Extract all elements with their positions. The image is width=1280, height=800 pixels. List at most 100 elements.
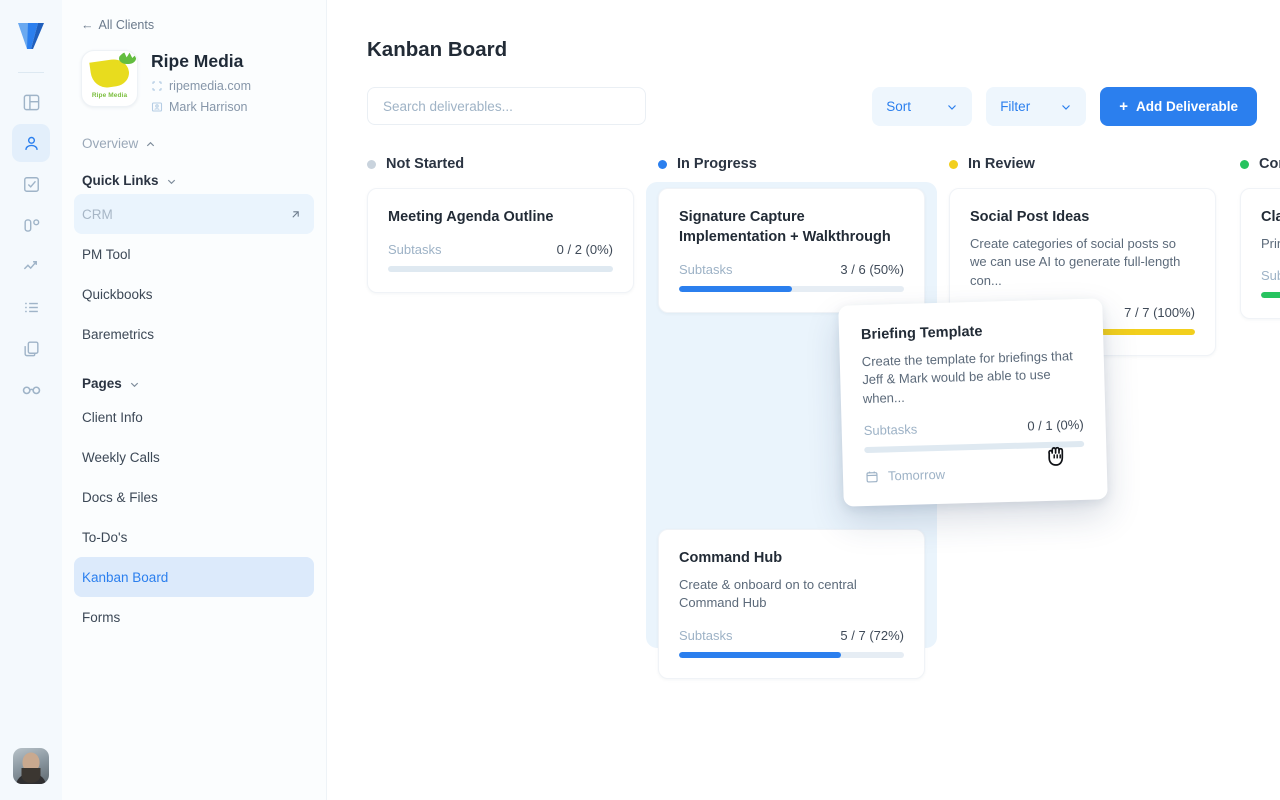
back-link-label: All Clients	[98, 18, 155, 32]
column-title: In Review	[968, 156, 1035, 172]
quick-link-crm[interactable]: CRM	[74, 194, 314, 234]
add-deliverable-label: Add Deliverable	[1135, 99, 1238, 114]
subtasks-label: Subtasks	[679, 627, 733, 643]
filter-label: Filter	[1000, 99, 1031, 114]
avatar[interactable]	[13, 748, 49, 784]
quick-links-section-header[interactable]: Quick Links	[62, 173, 326, 188]
quick-link-label: Quickbooks	[82, 286, 153, 302]
sidebar-item-weekly-calls[interactable]: Weekly Calls	[74, 437, 314, 477]
arrow-left-icon: ←	[81, 18, 94, 32]
column-body: Clarity Call Landing Page Print the new …	[1240, 180, 1280, 320]
search-input[interactable]	[383, 98, 630, 114]
page-label: Forms	[82, 609, 121, 625]
chevron-down-icon	[1060, 101, 1072, 113]
subtasks-value: 7 / 7 (100%)	[1124, 305, 1195, 321]
client-name: Ripe Media	[151, 51, 244, 71]
clients-icon[interactable]	[12, 124, 50, 162]
filter-dropdown[interactable]: Filter	[986, 87, 1087, 126]
board-controls: Sort Filter + Add Deliverable	[872, 87, 1257, 126]
overview-section-header[interactable]: Overview	[62, 136, 326, 151]
dragged-card-briefing-template[interactable]: Briefing Template Create the template fo…	[838, 298, 1108, 508]
page-label: Docs & Files	[82, 489, 158, 505]
deliverable-card[interactable]: Meeting Agenda Outline Subtasks 0 / 2 (0…	[367, 188, 634, 293]
subtask-row: Subtasks 5 / 7 (72%)	[679, 628, 904, 643]
card-list: Meeting Agenda Outline Subtasks 0 / 2 (0…	[367, 188, 634, 293]
status-dot-in-progress	[658, 159, 667, 169]
column-body: Meeting Agenda Outline Subtasks 0 / 2 (0…	[367, 180, 634, 293]
page-label: Kanban Board	[82, 569, 169, 585]
board-icon[interactable]	[12, 206, 50, 244]
sidebar: ← All Clients Ripe Media Ripe Media ripe…	[62, 0, 327, 800]
grabbing-hand-cursor	[1043, 440, 1073, 472]
quick-links-label: Quick Links	[82, 173, 159, 188]
column-header: In Review	[949, 148, 1216, 180]
subtask-row: Subtasks 3 / 6 (50%)	[679, 262, 904, 277]
overview-label: Overview	[82, 136, 139, 151]
files-icon[interactable]	[12, 329, 50, 367]
sidebar-item-docs-files[interactable]: Docs & Files	[74, 477, 314, 517]
subtasks-label: Subtasks	[1261, 268, 1280, 284]
progress-bar	[679, 651, 904, 658]
quick-link-baremetrics[interactable]: Baremetrics	[74, 314, 314, 354]
calendar-icon	[865, 470, 879, 484]
page-title: Kanban Board	[367, 38, 508, 61]
progress-bar	[388, 266, 613, 272]
sidebar-item-client-info[interactable]: Client Info	[74, 397, 314, 437]
column-header: Complete	[1240, 148, 1280, 180]
sort-dropdown[interactable]: Sort	[872, 87, 973, 126]
app-logo-icon[interactable]	[9, 14, 53, 58]
status-dot-complete	[1240, 159, 1249, 169]
chevron-up-icon	[145, 138, 156, 149]
client-contact: Mark Harrison	[169, 100, 248, 114]
client-logo: Ripe Media	[81, 50, 138, 107]
contact-icon	[151, 101, 163, 113]
card-title: Clarity Call Landing Page	[1261, 209, 1280, 225]
subtasks-value: 5 / 7 (72%)	[840, 627, 904, 643]
quick-link-pm-tool[interactable]: PM Tool	[74, 234, 314, 274]
sidebar-item-kanban-board[interactable]: Kanban Board	[74, 557, 314, 597]
add-deliverable-button[interactable]: + Add Deliverable	[1100, 87, 1257, 126]
status-dot-in-review	[949, 159, 958, 169]
column-complete: Complete Clarity Call Landing Page Print…	[1240, 148, 1280, 800]
glasses-icon[interactable]	[12, 370, 50, 408]
rail-divider	[18, 72, 44, 73]
deliverable-card[interactable]: Signature Capture Implementation + Walkt…	[658, 188, 925, 313]
deliverable-card[interactable]: Command Hub Create & onboard on to centr…	[658, 529, 925, 679]
progress-bar	[1261, 292, 1280, 299]
quick-link-label: CRM	[82, 206, 113, 222]
pages-label: Pages	[82, 376, 122, 391]
plus-icon: +	[1119, 98, 1128, 115]
kanban-board: Not Started Meeting Agenda Outline Subta…	[367, 148, 1280, 800]
client-header: Ripe Media Ripe Media ripemedia.com Mark…	[62, 50, 326, 114]
subtasks-label: Subtasks	[863, 421, 918, 439]
list-icon[interactable]	[12, 288, 50, 326]
sidebar-item-to-dos[interactable]: To-Do's	[74, 517, 314, 557]
column-title: Not Started	[386, 156, 465, 172]
sidebar-item-forms[interactable]: Forms	[74, 597, 314, 637]
card-list: Clarity Call Landing Page Print the new …	[1240, 188, 1280, 320]
dashboard-icon[interactable]	[12, 83, 50, 121]
external-link-icon	[289, 208, 302, 221]
analytics-icon[interactable]	[12, 247, 50, 285]
back-to-clients-link[interactable]: ← All Clients	[62, 18, 326, 32]
card-title: Meeting Agenda Outline	[388, 209, 554, 225]
subtasks-value: 0 / 2 (0%)	[556, 242, 613, 257]
search-deliverables-box[interactable]	[367, 87, 646, 125]
card-title: Briefing Template	[860, 323, 983, 344]
tasks-icon[interactable]	[12, 165, 50, 203]
subtasks-label: Subtasks	[679, 262, 733, 277]
quick-link-quickbooks[interactable]: Quickbooks	[74, 274, 314, 314]
column-not-started: Not Started Meeting Agenda Outline Subta…	[367, 148, 634, 800]
icon-rail	[0, 0, 62, 800]
card-description: Create the template for briefings that J…	[861, 348, 1073, 406]
page-label: Client Info	[82, 409, 143, 425]
client-website-row[interactable]: ripemedia.com	[151, 79, 251, 93]
chevron-down-icon	[166, 175, 177, 186]
client-logo-caption: Ripe Media	[91, 92, 128, 99]
app-root: ← All Clients Ripe Media Ripe Media ripe…	[0, 0, 1280, 800]
card-description: Create & onboard on to central Command H…	[679, 577, 857, 611]
card-title: Signature Capture Implementation + Walkt…	[679, 209, 891, 245]
card-title: Command Hub	[679, 550, 783, 566]
deliverable-card[interactable]: Clarity Call Landing Page Print the new …	[1240, 188, 1280, 320]
pages-section-header[interactable]: Pages	[62, 376, 326, 391]
